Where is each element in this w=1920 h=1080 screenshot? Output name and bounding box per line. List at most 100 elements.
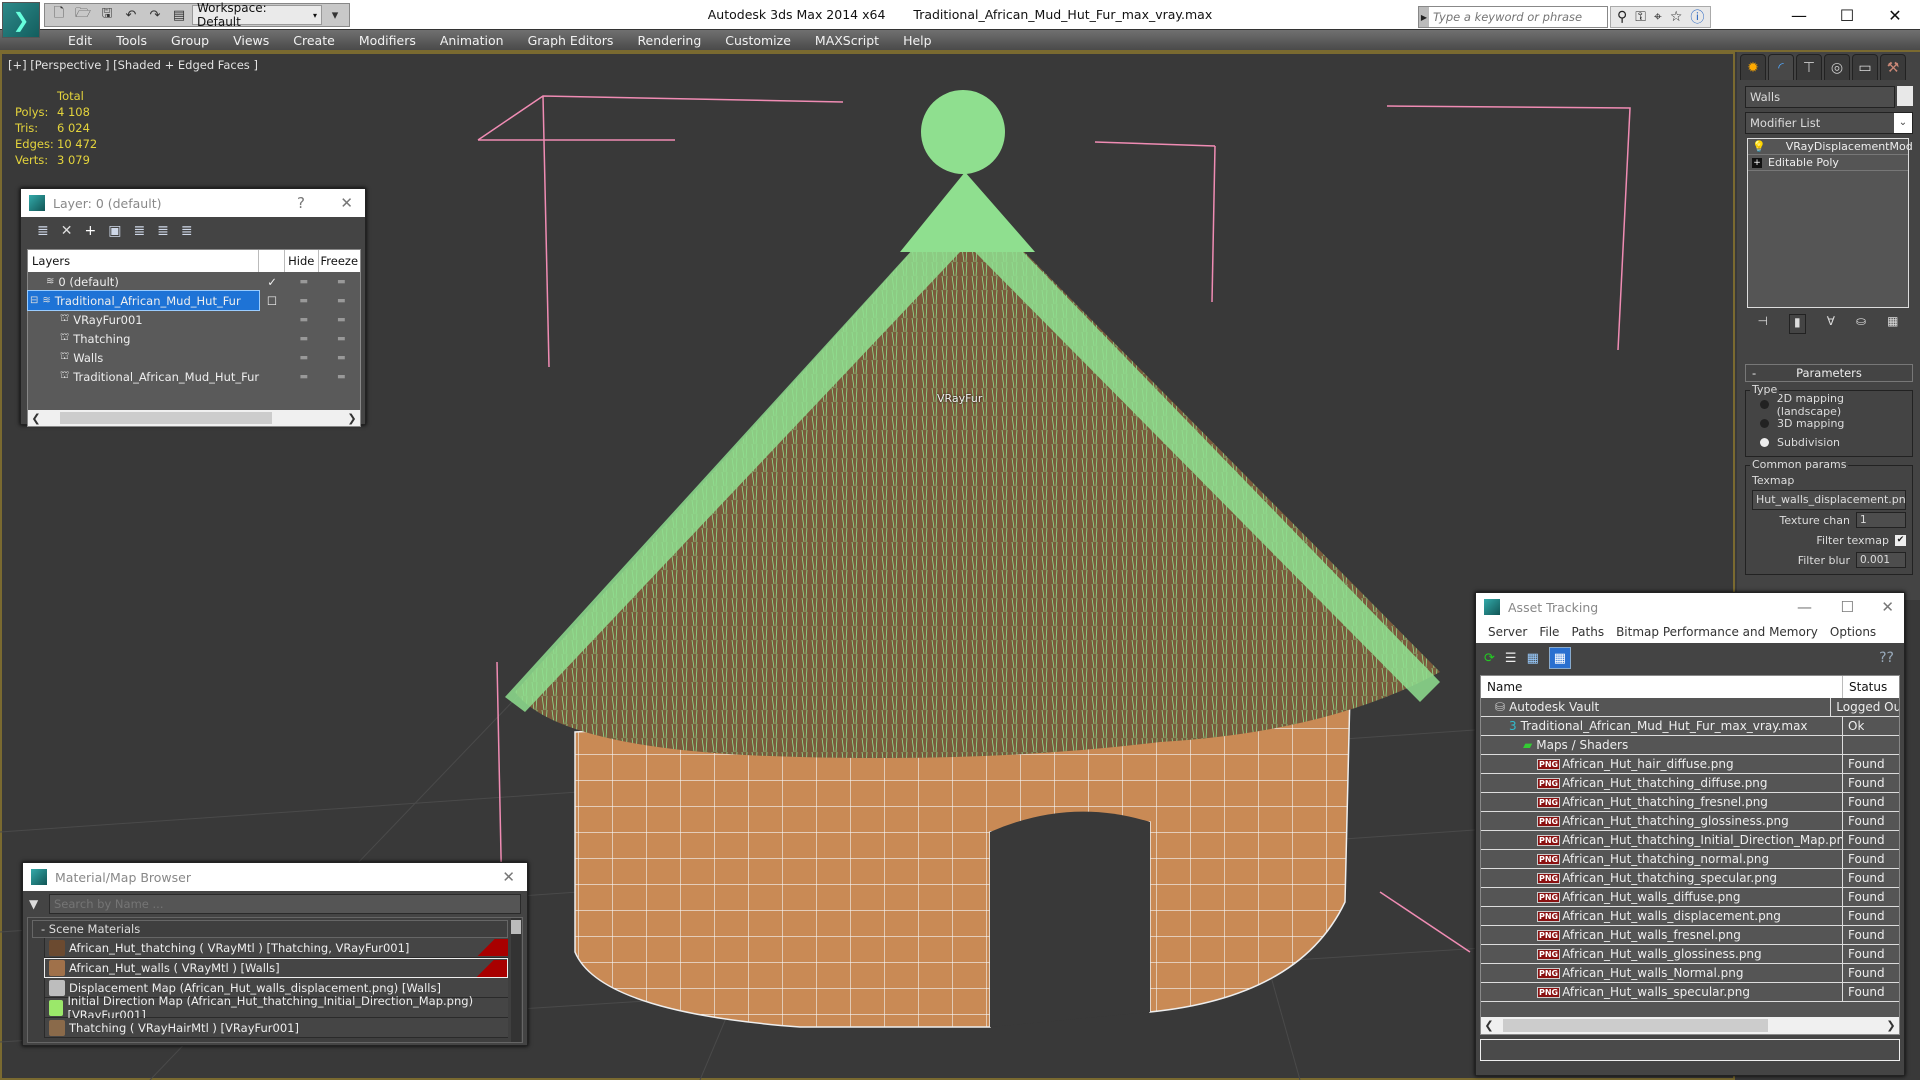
object-name-field[interactable]: Walls xyxy=(1745,86,1895,108)
delete-layer-icon[interactable]: ✕ xyxy=(61,223,73,239)
menu-graph-editors[interactable]: Graph Editors xyxy=(516,30,626,50)
qat-customize-icon[interactable]: ▾ xyxy=(324,5,346,25)
create-layer-icon[interactable]: ≣ xyxy=(37,223,49,239)
keyword-search-input[interactable] xyxy=(1429,10,1599,24)
hide-toggle[interactable]: ▬ xyxy=(285,315,323,325)
scroll-right-icon[interactable]: ❯ xyxy=(1883,1019,1899,1032)
scroll-right-icon[interactable]: ❯ xyxy=(344,412,360,425)
hide-toggle[interactable]: ▬ xyxy=(285,277,323,287)
tree-view-icon[interactable]: ▦ xyxy=(1527,651,1539,666)
asset-row[interactable]: PNG African_Hut_walls_fresnel.png Found xyxy=(1481,925,1899,945)
viewport-label[interactable]: [+] [Perspective ] [Shaded + Edged Faces… xyxy=(8,58,258,72)
horizontal-scrollbar[interactable]: ❮ ❯ xyxy=(1481,1017,1899,1034)
menu-group[interactable]: Group xyxy=(159,30,221,50)
material-item[interactable]: Initial Direction Map (African_Hut_thatc… xyxy=(44,994,508,1022)
vertical-scrollbar[interactable] xyxy=(511,918,521,1042)
project-folder-icon[interactable]: ▤ xyxy=(168,5,190,25)
scroll-left-icon[interactable]: ❮ xyxy=(1481,1019,1497,1032)
app-menu-button[interactable]: ❯ xyxy=(2,2,40,38)
hide-toggle[interactable]: ▬ xyxy=(285,353,323,363)
scroll-left-icon[interactable]: ❮ xyxy=(28,412,44,425)
freeze-toggle[interactable]: ▬ xyxy=(322,296,360,306)
asset-row[interactable]: PNG African_Hut_hair_diffuse.png Found xyxy=(1481,754,1899,774)
close-button[interactable]: ✕ xyxy=(502,868,515,886)
filter-blur-spinner[interactable]: 0.001 xyxy=(1856,552,1906,568)
column-freeze[interactable]: Freeze xyxy=(319,250,360,272)
menu-tools[interactable]: Tools xyxy=(104,30,159,50)
select-layer-icon[interactable]: ≣ xyxy=(133,223,145,239)
filter-menu-icon[interactable]: ▼ xyxy=(29,897,49,911)
hide-freeze-all-icon[interactable]: ≣ xyxy=(181,223,193,239)
filter-texmap-checkbox[interactable]: ✔ xyxy=(1895,534,1906,546)
close-button[interactable]: ✕ xyxy=(1881,598,1894,616)
material-item[interactable]: African_Hut_walls ( VRayMtl ) [Walls] xyxy=(44,958,508,978)
lightbulb-icon[interactable]: 💡 xyxy=(1752,140,1766,153)
horizontal-scrollbar[interactable]: ❮ ❯ xyxy=(28,410,360,426)
save-icon[interactable]: 🖫 xyxy=(96,5,118,25)
menu-views[interactable]: Views xyxy=(221,30,281,50)
maximize-button[interactable]: ☐ xyxy=(1823,0,1871,30)
object-row[interactable]: ⛫ Traditional_African_Mud_Hut_Fur ▬ ▬ xyxy=(28,367,360,386)
layer-row[interactable]: ⊟ ≋ Traditional_African_Mud_Hut_Fur ☐ ▬ ▬ xyxy=(26,290,360,311)
hide-toggle[interactable]: ▬ xyxy=(285,334,323,344)
tab-display[interactable]: ▭ xyxy=(1852,54,1878,80)
asset-row[interactable]: PNG African_Hut_thatching_fresnel.png Foun… xyxy=(1481,792,1899,812)
satellite-icon[interactable]: ⌖ xyxy=(1654,9,1662,25)
modifier-list-dropdown[interactable]: Modifier List ⌄ xyxy=(1745,112,1913,134)
current-layer-check[interactable]: ✓ xyxy=(259,275,285,289)
tab-hierarchy[interactable]: ⊤ xyxy=(1796,54,1822,80)
star-icon[interactable]: ☆ xyxy=(1670,9,1683,25)
layer-row[interactable]: ≋ 0 (default) ✓ ▬ ▬ xyxy=(28,272,360,291)
asset-row[interactable]: PNG African_Hut_walls_specular.png Found xyxy=(1481,982,1899,1002)
expand-plus-icon[interactable]: + xyxy=(1752,157,1762,168)
show-end-result-icon[interactable]: ▮ xyxy=(1789,314,1806,334)
menu-file[interactable]: File xyxy=(1533,625,1565,639)
freeze-toggle[interactable]: ▬ xyxy=(322,277,360,287)
radio-2d-mapping[interactable]: 2D mapping (landscape) xyxy=(1752,392,1906,418)
infocenter-search[interactable]: ▶ xyxy=(1418,6,1608,28)
asset-row[interactable]: PNG African_Hut_walls_Normal.png Found xyxy=(1481,963,1899,983)
radio-button[interactable] xyxy=(1760,400,1769,409)
pin-stack-icon[interactable]: ⊣ xyxy=(1758,314,1768,334)
current-layer-check[interactable]: ☐ xyxy=(259,294,285,308)
rollout-header[interactable]: - Parameters xyxy=(1745,364,1913,382)
stack-item[interactable]: + Editable Poly xyxy=(1748,155,1908,171)
search-by-name-input[interactable] xyxy=(49,894,521,914)
asset-row[interactable]: PNG African_Hut_thatching_Initial_Directi… xyxy=(1481,830,1899,850)
dialog-titlebar[interactable]: Asset Tracking — ☐ ✕ xyxy=(1476,593,1904,621)
freeze-toggle[interactable]: ▬ xyxy=(323,334,361,344)
menu-create[interactable]: Create xyxy=(281,30,347,50)
hide-toggle[interactable]: ▬ xyxy=(285,296,323,306)
column-status[interactable]: Status xyxy=(1843,676,1887,698)
menu-customize[interactable]: Customize xyxy=(713,30,803,50)
redo-icon[interactable]: ↷ xyxy=(144,5,166,25)
menu-edit[interactable]: Edit xyxy=(56,30,104,50)
minimize-button[interactable]: — xyxy=(1775,0,1823,30)
tab-modify[interactable]: ◜ xyxy=(1768,54,1794,80)
asset-row[interactable]: PNG African_Hut_walls_displacement.png Fou… xyxy=(1481,906,1899,926)
help-icons[interactable]: ?? xyxy=(1879,650,1894,666)
scene-materials-group[interactable]: - Scene Materials xyxy=(32,920,508,938)
help-icon[interactable]: ⓘ xyxy=(1690,7,1704,27)
menu-bitmap-performance[interactable]: Bitmap Performance and Memory xyxy=(1610,625,1824,639)
asset-row[interactable]: PNG African_Hut_thatching_glossiness.png F… xyxy=(1481,811,1899,831)
menu-paths[interactable]: Paths xyxy=(1565,625,1610,639)
object-row[interactable]: ⛫ Walls ▬ ▬ xyxy=(28,348,360,367)
table-view-icon[interactable]: ▦ xyxy=(1548,647,1571,669)
material-item[interactable]: Thatching ( VRayHairMtl ) [VRayFur001] xyxy=(44,1018,508,1038)
minimize-button[interactable]: — xyxy=(1797,598,1812,616)
make-unique-icon[interactable]: ∀ xyxy=(1827,314,1835,334)
menu-options[interactable]: Options xyxy=(1824,625,1882,639)
material-item[interactable]: African_Hut_thatching ( VRayMtl ) [Thatc… xyxy=(44,938,508,958)
asset-row[interactable]: 3 Traditional_African_Mud_Hut_Fur_max_vra… xyxy=(1481,716,1899,736)
menu-rendering[interactable]: Rendering xyxy=(625,30,713,50)
collapse-icon[interactable]: ⊟ xyxy=(30,295,38,306)
highlight-layer-icon[interactable]: ≣ xyxy=(157,223,169,239)
asset-row[interactable]: PNG African_Hut_walls_glossiness.png Found xyxy=(1481,944,1899,964)
asset-row[interactable]: ⛁ Autodesk Vault Logged Ou xyxy=(1481,697,1899,717)
freeze-toggle[interactable]: ▬ xyxy=(323,372,361,382)
column-hide[interactable]: Hide xyxy=(285,250,319,272)
object-color-swatch[interactable] xyxy=(1897,86,1913,106)
select-objects-icon[interactable]: ▣ xyxy=(108,223,121,239)
object-row[interactable]: ⛫ Thatching ▬ ▬ xyxy=(28,329,360,348)
